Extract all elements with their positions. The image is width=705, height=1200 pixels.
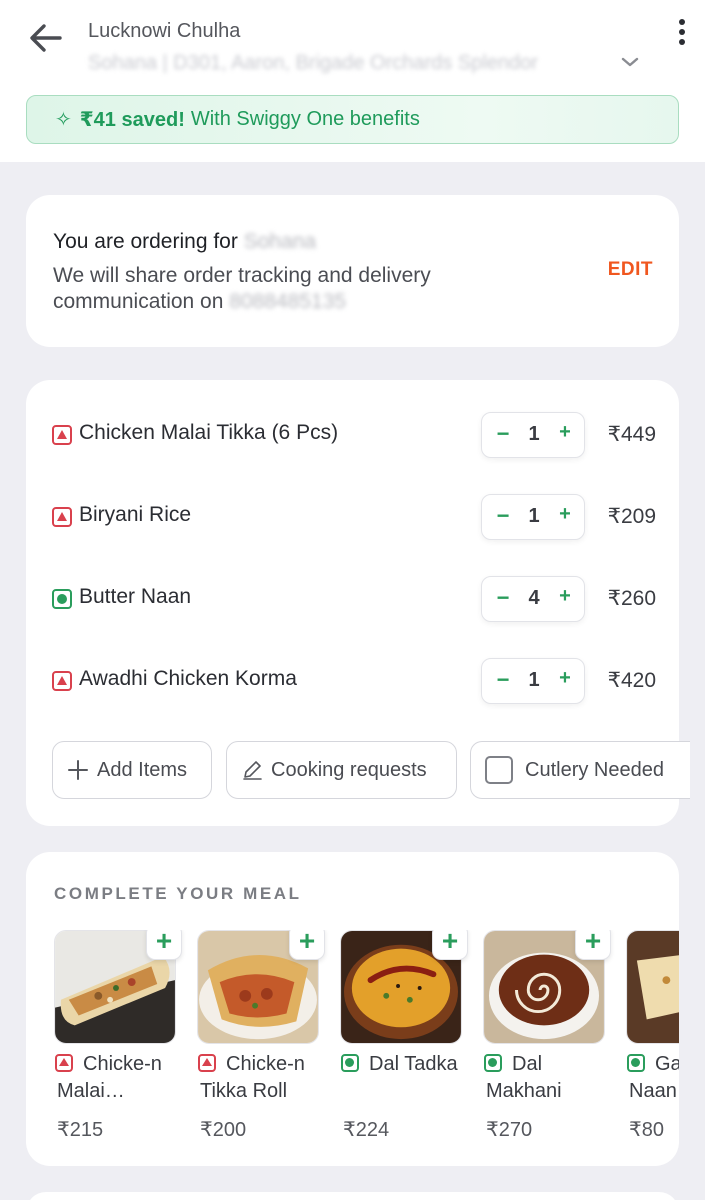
suggestion-price: ₹80 (629, 1119, 664, 1141)
suggestion-price: ₹224 (343, 1119, 390, 1141)
tracking-info-text: We will share order tracking and deliver… (53, 263, 513, 315)
add-suggestion-button[interactable]: + (146, 930, 182, 960)
cutlery-toggle[interactable]: Cutlery Needed (470, 741, 690, 799)
complete-meal-title: COMPLETE YOUR MEAL (54, 884, 302, 903)
savings-text: With Swiggy One benefits (190, 108, 420, 130)
meal-suggestion[interactable]: + Chicke-n Malai… ₹215 (54, 930, 182, 1160)
item-price: ₹209 (607, 505, 656, 528)
sparkle-icon: ✧ (55, 109, 72, 131)
suggestion-price: ₹270 (486, 1119, 533, 1141)
plus-icon (68, 760, 88, 780)
meal-suggestion[interactable]: + Dal Tadka ₹224 (340, 930, 468, 1160)
suggestion-name: Garlic Naan (629, 1053, 679, 1102)
increase-button[interactable]: + (554, 421, 576, 447)
increase-button[interactable]: + (554, 667, 576, 693)
ordering-for-label: You are ordering for (53, 230, 238, 253)
item-quantity: 4 (528, 587, 540, 609)
suggestion-name: Dal Tadka (369, 1053, 458, 1075)
next-card (26, 1192, 679, 1200)
nonveg-icon (52, 671, 72, 691)
garlic-naan-image (626, 930, 679, 1044)
suggestion-name: Chicke-n Tikka Roll (200, 1053, 305, 1102)
item-price: ₹449 (607, 423, 656, 446)
item-name: Biryani Rice (79, 503, 192, 526)
add-items-button[interactable]: Add Items (52, 741, 212, 799)
header: Lucknowi Chulha Sohana | D301, Aaron, Br… (0, 0, 705, 162)
savings-amount: ₹41 saved! (79, 109, 185, 131)
ordering-for-title: You are ordering for Sohana (53, 230, 316, 254)
suggestion-name: Dal Makhani (486, 1053, 562, 1102)
suggestion-price: ₹215 (57, 1119, 104, 1141)
cooking-requests-label: Cooking requests (271, 758, 427, 781)
item-quantity: 1 (528, 505, 540, 527)
pencil-icon (243, 761, 262, 780)
increase-button[interactable]: + (554, 585, 576, 611)
chevron-down-icon[interactable] (618, 52, 642, 72)
add-suggestion-button[interactable]: + (289, 930, 325, 960)
item-name: Awadhi Chicken Korma (79, 667, 297, 690)
meal-suggestion[interactable]: + Chicke-n Tikka Roll ₹200 (197, 930, 325, 1160)
add-suggestion-button[interactable]: + (575, 930, 611, 960)
nonveg-icon (52, 507, 72, 527)
nonveg-icon (52, 425, 72, 445)
suggestion-name: Chicke-n Malai… (57, 1053, 162, 1102)
item-price: ₹260 (607, 587, 656, 610)
quantity-stepper: − 4 + (481, 576, 585, 622)
cooking-requests-button[interactable]: Cooking requests (226, 741, 457, 799)
complete-meal-card: COMPLETE YOUR MEAL + Chicke-n Malai… ₹21… (26, 852, 679, 1166)
cutlery-label: Cutlery Needed (525, 758, 664, 781)
decrease-button[interactable]: − (492, 421, 514, 447)
restaurant-name: Lucknowi Chulha (88, 20, 241, 42)
recipient-phone: 8088485135 (229, 290, 347, 313)
edit-contact-button[interactable]: EDIT (608, 259, 653, 281)
add-items-label: Add Items (97, 758, 188, 781)
cutlery-checkbox[interactable] (485, 756, 513, 784)
increase-button[interactable]: + (554, 503, 576, 529)
decrease-button[interactable]: − (492, 585, 514, 611)
meal-suggestions-carousel[interactable]: + Chicke-n Malai… ₹215 + Chicke-n Tikka … (54, 930, 679, 1160)
item-quantity: 1 (528, 423, 540, 445)
add-suggestion-button[interactable]: + (432, 930, 468, 960)
item-name: Chicken Malai Tikka (6 Pcs) (79, 421, 339, 444)
veg-icon (52, 589, 72, 609)
kebab-menu-icon[interactable] (670, 16, 694, 50)
delivery-address[interactable]: Sohana | D301, Aaron, Brigade Orchards S… (88, 52, 608, 80)
arrow-left-icon[interactable] (24, 16, 68, 60)
meal-suggestion[interactable]: Garlic Naan ₹80 (626, 930, 679, 1160)
item-name: Butter Naan (79, 585, 192, 608)
item-quantity: 1 (528, 669, 540, 691)
quantity-stepper: − 1 + (481, 412, 585, 458)
meal-suggestion[interactable]: + Dal Makhani ₹270 (483, 930, 611, 1160)
quantity-stepper: − 1 + (481, 658, 585, 704)
cart-item: Butter Naan − 4 + ₹260 (52, 576, 656, 624)
contact-card: You are ordering for Sohana We will shar… (26, 195, 679, 347)
cart-item: Awadhi Chicken Korma − 1 + ₹420 (52, 658, 656, 706)
decrease-button[interactable]: − (492, 503, 514, 529)
cart-item: Chicken Malai Tikka (6 Pcs) − 1 + ₹449 (52, 412, 656, 460)
cart-item: Biryani Rice − 1 + ₹209 (52, 494, 656, 542)
savings-banner: ✧ ₹41 saved! With Swiggy One benefits (26, 95, 679, 144)
cart-items-card: Chicken Malai Tikka (6 Pcs) − 1 + ₹449 B… (26, 380, 690, 826)
item-price: ₹420 (607, 669, 656, 692)
decrease-button[interactable]: − (492, 667, 514, 693)
recipient-name: Sohana (243, 230, 317, 253)
quantity-stepper: − 1 + (481, 494, 585, 540)
suggestion-price: ₹200 (200, 1119, 247, 1141)
